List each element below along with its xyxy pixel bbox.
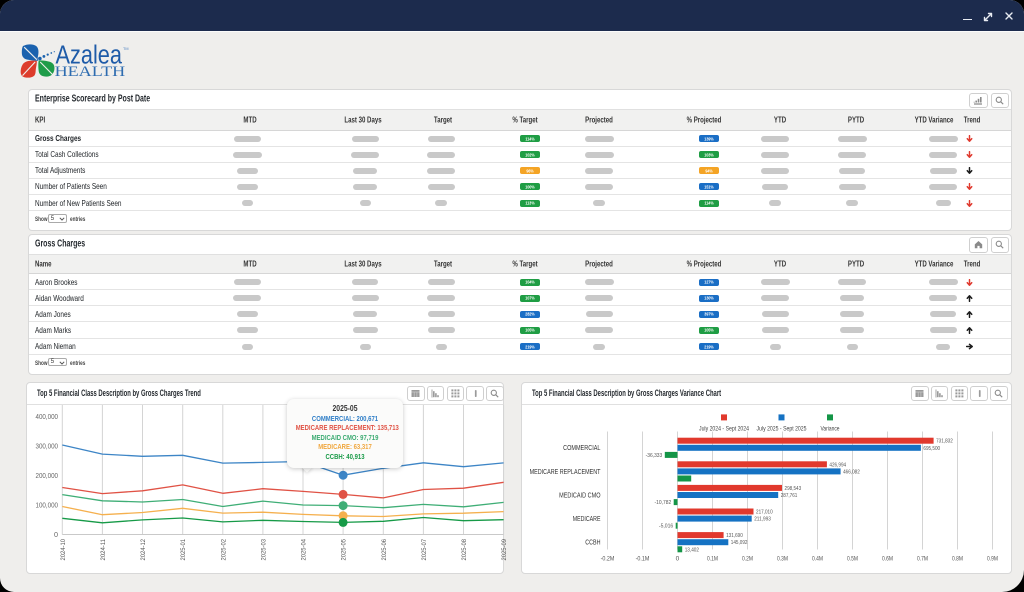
svg-text:131,690: 131,690 (726, 533, 743, 539)
svg-text:217,010: 217,010 (756, 510, 773, 516)
svg-text:MEDICAID CMO: MEDICAID CMO (559, 490, 601, 499)
svg-text:298,543: 298,543 (785, 486, 802, 492)
svg-text:0.3M: 0.3M (777, 556, 788, 563)
svg-text:300,000: 300,000 (36, 441, 59, 450)
svg-text:2025-02: 2025-02 (220, 539, 227, 561)
svg-text:2025-05: 2025-05 (341, 539, 348, 561)
svg-text:COMMERCIAL: COMMERCIAL (563, 443, 600, 452)
svg-text:0.1M: 0.1M (707, 556, 718, 563)
svg-text:0.5M: 0.5M (847, 556, 858, 563)
svg-text:2025-06: 2025-06 (381, 539, 388, 561)
svg-text:695,500: 695,500 (923, 446, 940, 452)
svg-text:MEDICARE: MEDICARE (573, 514, 601, 523)
svg-text:211,993: 211,993 (754, 517, 771, 523)
svg-text:-0.2M: -0.2M (601, 556, 615, 563)
svg-text:TM: TM (123, 47, 128, 51)
svg-text:HEALTH: HEALTH (55, 64, 126, 80)
svg-text:-36,333: -36,333 (646, 453, 663, 459)
svg-text:0.9M: 0.9M (987, 556, 998, 563)
svg-text:0.8M: 0.8M (952, 556, 963, 563)
svg-text:-10,782: -10,782 (655, 500, 672, 506)
svg-text:0: 0 (676, 556, 680, 563)
svg-text:2025-03: 2025-03 (260, 539, 267, 561)
svg-text:426,994: 426,994 (829, 462, 846, 468)
svg-text:2024-12: 2024-12 (140, 539, 147, 561)
svg-text:CCBH: CCBH (585, 538, 600, 547)
svg-text:-0.1M: -0.1M (636, 556, 650, 563)
svg-text:145,092: 145,092 (731, 540, 748, 546)
svg-text:0: 0 (54, 530, 58, 539)
svg-text:2024-10: 2024-10 (60, 539, 67, 561)
svg-text:400,000: 400,000 (36, 412, 59, 421)
svg-text:2025-04: 2025-04 (301, 539, 308, 561)
svg-text:MEDICARE REPLACEMENT: MEDICARE REPLACEMENT (530, 467, 601, 476)
svg-text:2025-07: 2025-07 (421, 539, 428, 561)
svg-text:731,832: 731,832 (936, 439, 953, 445)
svg-text:Variance: Variance (821, 426, 840, 433)
svg-text:0.4M: 0.4M (812, 556, 823, 563)
svg-text:2025-01: 2025-01 (180, 539, 187, 561)
svg-text:July 2024 - Sept 2024: July 2024 - Sept 2024 (699, 426, 749, 433)
svg-text:2025-09: 2025-09 (501, 539, 508, 561)
svg-text:100,000: 100,000 (36, 501, 59, 510)
svg-text:0.6M: 0.6M (882, 556, 893, 563)
svg-text:287,761: 287,761 (781, 493, 798, 499)
svg-text:13,402: 13,402 (685, 547, 699, 553)
svg-text:-5,016: -5,016 (659, 524, 673, 530)
svg-text:0.7M: 0.7M (917, 556, 928, 563)
svg-text:0.2M: 0.2M (742, 556, 753, 563)
svg-text:200,000: 200,000 (36, 471, 59, 480)
svg-text:466,082: 466,082 (843, 469, 860, 475)
svg-text:2025-08: 2025-08 (461, 539, 468, 561)
svg-text:2024-11: 2024-11 (100, 539, 107, 561)
svg-text:July 2025 - Sept 2025: July 2025 - Sept 2025 (757, 426, 807, 433)
